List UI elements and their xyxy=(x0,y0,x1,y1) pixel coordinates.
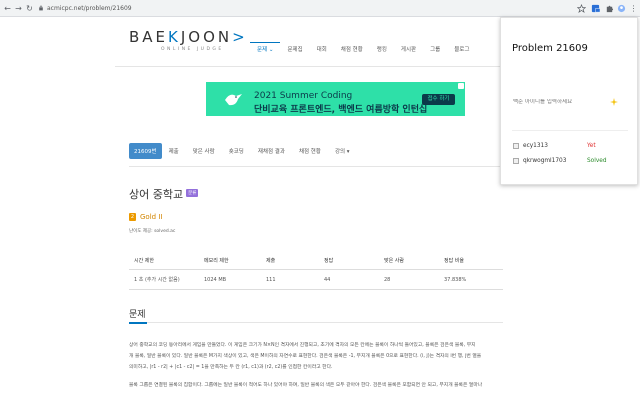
extension-popup: Problem 21609 ecy1313 Yet qkrwogml1703 S… xyxy=(500,17,638,185)
popup-divider xyxy=(512,130,628,131)
table-cell: 28 xyxy=(379,269,439,290)
username-input[interactable] xyxy=(513,99,605,105)
popup-title: Problem 21609 xyxy=(512,43,588,54)
logo-text: BAEKJOON> xyxy=(129,28,248,46)
page-title: 상어 중학교 분류 xyxy=(129,188,199,201)
ad-title: 2021 Summer Coding xyxy=(254,91,353,101)
tab-problem[interactable]: 21609번 xyxy=(129,143,162,159)
table-row: 1 초 (추가 시간 없음) 1024 MB 111 44 28 37.838% xyxy=(129,269,503,290)
table-header: 정답 비율 xyxy=(439,252,503,270)
problem-info-table: 시간 제한 메모리 제한 제출 정답 맞은 사람 정답 비율 1 초 (추가 시… xyxy=(129,252,503,290)
back-icon[interactable]: ← xyxy=(3,4,12,13)
ad-banner[interactable]: 2021 Summer Coding 단비교육 프론트엔드, 백엔드 여름방학 … xyxy=(206,82,465,116)
reload-icon[interactable]: ↻ xyxy=(25,4,34,13)
table-header: 메모리 제한 xyxy=(199,252,261,270)
nav-item-ranking[interactable]: 랭킹 xyxy=(370,45,394,53)
puzzle-extension-icon[interactable] xyxy=(605,4,614,13)
user-status: Solved xyxy=(587,158,607,164)
tab-status[interactable]: 채점 현황 xyxy=(292,147,328,155)
table-header: 맞은 사람 xyxy=(379,252,439,270)
tier-medal-icon: 2 xyxy=(129,213,136,221)
tabs-divider xyxy=(129,166,503,167)
user-row: qkrwogml1703 Solved xyxy=(513,158,607,164)
table-cell: 37.838% xyxy=(439,269,503,290)
profile-icon[interactable] xyxy=(617,4,626,13)
table-header: 제출 xyxy=(261,252,319,270)
table-cell: 44 xyxy=(319,269,379,290)
tab-solved-users[interactable]: 맞은 사람 xyxy=(186,147,222,155)
sparkle-icon[interactable] xyxy=(610,98,618,106)
table-header: 정답 xyxy=(319,252,379,270)
bird-icon xyxy=(225,94,242,106)
user-row: ecy1313 Yet xyxy=(513,143,596,149)
nav-item-problems[interactable]: 문제 ⌄ xyxy=(250,41,281,54)
description-line: 의미하고, |r1 - r2| + |c1 - c2| = 1을 만족하는 두 … xyxy=(129,365,333,370)
table-header-row: 시간 제한 메모리 제한 제출 정답 맞은 사람 정답 비율 xyxy=(129,252,503,270)
ad-apply-button[interactable]: 접수 하기 xyxy=(422,94,455,105)
user-status: Yet xyxy=(587,143,596,149)
ad-info-icon[interactable] xyxy=(458,83,464,89)
table-cell: 1 초 (추가 시간 없음) xyxy=(129,269,199,290)
ad-subtitle: 단비교육 프론트엔드, 백엔드 여름방학 인턴십 xyxy=(254,105,428,115)
tab-submit[interactable]: 제출 xyxy=(162,147,186,155)
problem-tabs: 21609번 제출 맞은 사람 숏코딩 재채점 결과 채점 현황 강의 ▾ xyxy=(129,143,357,159)
main-nav: 문제 ⌄ 문제집 대회 채점 현황 랭킹 게시판 그룹 블로그 xyxy=(250,41,476,54)
section-heading: 문제 xyxy=(129,310,146,320)
category-badge[interactable]: 분류 xyxy=(186,189,199,197)
tier-note: 난이도 제공: solved.ac xyxy=(129,229,176,234)
description-line: 개 블록, 일반 블록이 있다. 일반 블록은 M가지 색상이 있고, 색은 M… xyxy=(129,354,482,359)
user-checkbox[interactable] xyxy=(513,143,519,149)
user-name: qkrwogml1703 xyxy=(523,158,567,164)
table-cell: 1024 MB xyxy=(199,269,261,290)
user-checkbox[interactable] xyxy=(513,158,519,164)
url-bar[interactable]: acmicpc.net/problem/21609 xyxy=(47,5,132,12)
site-logo[interactable]: BAEKJOON> ONLINE JUDGE xyxy=(129,28,248,52)
header-divider xyxy=(115,66,505,67)
browser-toolbar: ← → ↻ acmicpc.net/problem/21609 ⋮ xyxy=(0,0,640,17)
tier-label[interactable]: 2 Gold II xyxy=(129,213,162,221)
nav-item-workbook[interactable]: 문제집 xyxy=(280,45,309,53)
extension-badge-icon[interactable] xyxy=(591,4,600,13)
star-icon[interactable] xyxy=(577,4,586,13)
nav-item-status[interactable]: 채점 현황 xyxy=(334,45,370,53)
nav-item-blog[interactable]: 블로그 xyxy=(447,45,476,53)
table-header: 시간 제한 xyxy=(129,252,199,270)
tab-rejudge[interactable]: 재채점 결과 xyxy=(251,147,292,155)
nav-item-contest[interactable]: 대회 xyxy=(310,45,334,53)
tab-short-coding[interactable]: 숏코딩 xyxy=(222,147,251,155)
tab-lecture[interactable]: 강의 ▾ xyxy=(328,147,357,155)
problem-description: 상어 중학교의 코딩 동아리에서 게임을 만들었다. 이 게임은 크기가 N×N… xyxy=(129,340,503,391)
menu-icon[interactable]: ⋮ xyxy=(629,4,638,13)
user-name: ecy1313 xyxy=(523,143,548,149)
description-line: 상어 중학교의 코딩 동아리에서 게임을 만들었다. 이 게임은 크기가 N×N… xyxy=(129,343,476,348)
lock-icon[interactable] xyxy=(38,5,44,11)
nav-item-group[interactable]: 그룹 xyxy=(423,45,447,53)
logo-subtitle: ONLINE JUDGE xyxy=(160,47,224,52)
table-cell: 111 xyxy=(261,269,319,290)
nav-item-board[interactable]: 게시판 xyxy=(394,45,423,53)
section-divider xyxy=(129,321,503,324)
forward-icon[interactable]: → xyxy=(14,4,23,13)
description-line: 블록 그룹은 연결된 블록의 집합이다. 그룹에는 일반 블록이 적어도 하나 … xyxy=(129,383,483,388)
